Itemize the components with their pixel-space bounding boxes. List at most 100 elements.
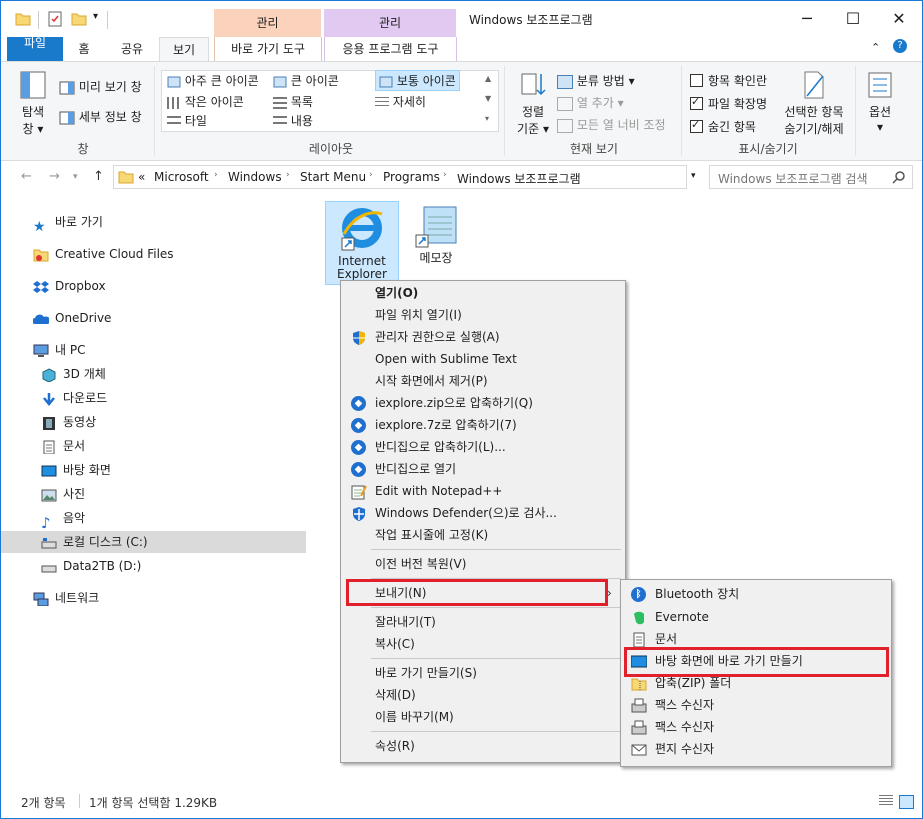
file-item-notepad[interactable]: 메모장 xyxy=(403,203,469,269)
details-pane-button[interactable]: 세부 정보 창 xyxy=(59,108,142,125)
group-by-button[interactable]: 분류 방법 ▾ xyxy=(557,72,635,89)
item-checkboxes-checkbox[interactable] xyxy=(690,74,703,87)
send-to-mail[interactable]: 편지 수신자 xyxy=(621,738,891,760)
menu-item-run-as-admin[interactable]: 관리자 권한으로 실행(A) xyxy=(341,326,625,348)
breadcrumb-programs[interactable]: Programs xyxy=(383,170,440,184)
layout-list[interactable]: 목록 xyxy=(273,93,313,110)
nav-documents[interactable]: 문서 xyxy=(41,435,85,457)
nav-data-disk[interactable]: Data2TB (D:) xyxy=(41,555,141,577)
hide-selected-button[interactable]: 선택한 항목 숨기기/해제 xyxy=(779,70,849,137)
properties-quick-icon[interactable] xyxy=(47,11,63,29)
navigation-pane-button[interactable]: 탐색 창 ▾ xyxy=(15,70,51,137)
send-to-fax-1[interactable]: 팩스 수신자 xyxy=(621,694,891,716)
collapse-ribbon-icon[interactable]: ⌃ xyxy=(871,41,880,54)
tab-app-tools[interactable]: 응용 프로그램 도구 xyxy=(324,37,457,61)
send-to-fax-2[interactable]: 팩스 수신자 xyxy=(621,716,891,738)
breadcrumb-start-menu[interactable]: Start Menu xyxy=(300,170,366,184)
nav-this-pc[interactable]: 내 PC xyxy=(33,339,85,361)
new-folder-quick-icon[interactable] xyxy=(71,11,87,29)
menu-item-rename[interactable]: 이름 바꾸기(M) xyxy=(341,706,625,728)
breadcrumb-accessories[interactable]: Windows 보조프로그램 xyxy=(457,170,581,187)
minimize-button[interactable]: ─ xyxy=(784,1,830,37)
layout-extra-large-icons[interactable]: 아주 큰 아이콘 xyxy=(167,72,259,89)
nav-quick-access[interactable]: ★ 바로 가기 xyxy=(33,211,103,235)
breadcrumb-microsoft[interactable]: Microsoft xyxy=(154,170,209,184)
menu-item-defender-scan[interactable]: Windows Defender(으)로 검사... xyxy=(341,502,625,524)
menu-item-restore-previous[interactable]: 이전 버전 복원(V) xyxy=(341,553,625,575)
tab-shortcut-tools[interactable]: 바로 가기 도구 xyxy=(214,37,322,61)
file-item-internet-explorer[interactable]: Internet Explorer xyxy=(325,201,399,285)
file-extensions-toggle[interactable]: 파일 확장명 xyxy=(690,95,767,112)
nav-local-disk[interactable]: 로컬 디스크 (C:) xyxy=(1,531,306,553)
send-to-bluetooth[interactable]: ᛒ Bluetooth 장치 xyxy=(621,583,891,605)
nav-dropbox[interactable]: Dropbox xyxy=(33,275,106,297)
close-button[interactable]: ✕ xyxy=(876,1,922,37)
back-arrow-icon[interactable]: ← xyxy=(21,169,32,184)
hidden-items-toggle[interactable]: 숨긴 항목 xyxy=(690,118,756,135)
nav-3d-objects[interactable]: 3D 개체 xyxy=(41,363,106,385)
layout-large-icons[interactable]: 큰 아이콘 xyxy=(273,72,339,89)
menu-item-cut[interactable]: 잘라내기(T) xyxy=(341,611,625,633)
add-columns-button[interactable]: 열 추가 ▾ xyxy=(557,94,624,111)
layout-details[interactable]: 자세히 xyxy=(375,93,426,110)
menu-item-delete[interactable]: 삭제(D) xyxy=(341,684,625,706)
menu-item-create-shortcut[interactable]: 바로 가기 만들기(S) xyxy=(341,662,625,684)
nav-onedrive[interactable]: OneDrive xyxy=(33,307,111,329)
menu-item-label: 속성(R) xyxy=(375,739,415,753)
menu-item-notepadpp[interactable]: Edit with Notepad++ xyxy=(341,480,625,502)
large-icons-view-icon[interactable] xyxy=(899,795,914,809)
tab-view[interactable]: 보기 xyxy=(159,37,209,62)
tab-home[interactable]: 홈 xyxy=(69,37,99,61)
menu-item-bandizip-compress[interactable]: ◆ 반디집으로 압축하기(L)... xyxy=(341,436,625,458)
bandizip-icon: ◆ xyxy=(351,462,367,478)
address-dropdown-icon[interactable]: ▾ xyxy=(691,171,696,181)
up-arrow-icon[interactable]: ↑ xyxy=(93,169,104,184)
details-view-icon[interactable] xyxy=(879,795,893,807)
layout-small-icons[interactable]: 작은 아이콘 xyxy=(167,93,244,110)
menu-item-properties[interactable]: 속성(R) xyxy=(341,735,625,757)
send-to-evernote[interactable]: Evernote xyxy=(621,606,891,628)
sort-by-button[interactable]: 정렬 기준 ▾ xyxy=(515,70,551,137)
nav-creative-cloud[interactable]: Creative Cloud Files xyxy=(33,243,174,265)
file-extensions-checkbox[interactable] xyxy=(690,95,703,110)
hidden-items-checkbox[interactable] xyxy=(690,118,703,133)
breadcrumb-windows[interactable]: Windows xyxy=(228,170,282,184)
nav-music[interactable]: ♪ 음악 xyxy=(41,507,85,532)
address-bar[interactable]: « Microsoft › Windows › Start Menu › Pro… xyxy=(113,165,687,189)
recent-locations-icon[interactable]: ▾ xyxy=(73,172,78,182)
help-icon[interactable]: ? xyxy=(893,39,907,53)
options-button[interactable]: 옵션 ▾ xyxy=(865,70,895,134)
nav-pictures[interactable]: 사진 xyxy=(41,483,85,505)
maximize-button[interactable]: ☐ xyxy=(830,1,876,37)
menu-item-open-file-location[interactable]: 파일 위치 열기(I) xyxy=(341,304,625,326)
tab-file[interactable]: 파일 xyxy=(7,37,63,61)
size-columns-button[interactable]: 모든 열 너비 조정 xyxy=(557,116,666,133)
search-box[interactable]: Windows 보조프로그램 검색 xyxy=(709,165,913,189)
menu-item-pin-taskbar[interactable]: 작업 표시줄에 고정(K) xyxy=(341,524,625,546)
breadcrumb-overflow[interactable]: « xyxy=(138,170,145,184)
nav-network[interactable]: 네트워크 xyxy=(33,587,99,609)
quick-access-dropdown-icon[interactable]: ▾ xyxy=(93,11,98,29)
item-checkboxes-toggle[interactable]: 항목 확인란 xyxy=(690,72,767,89)
nav-downloads[interactable]: 다운로드 xyxy=(41,387,107,409)
nav-desktop[interactable]: 바탕 화면 xyxy=(41,459,111,481)
forward-arrow-icon[interactable]: → xyxy=(49,169,60,184)
menu-item-open[interactable]: 열기(O) xyxy=(341,282,625,304)
menu-item-bandizip-open[interactable]: ◆ 반디집으로 열기 xyxy=(341,458,625,480)
status-item-count: 2개 항목 xyxy=(21,796,66,810)
layout-medium-icons[interactable]: 보통 아이콘 xyxy=(375,70,460,91)
layout-tiles[interactable]: 타일 xyxy=(167,112,207,129)
preview-pane-button[interactable]: 미리 보기 창 xyxy=(59,78,142,95)
menu-item-zip-compress[interactable]: ◆ iexplore.zip으로 압축하기(Q) xyxy=(341,392,625,414)
menu-item-7z-compress[interactable]: ◆ iexplore.7z로 압축하기(7) xyxy=(341,414,625,436)
gallery-more-icon[interactable]: ▾ xyxy=(485,114,489,123)
gallery-down-icon[interactable]: ▼ xyxy=(485,94,491,103)
menu-item-unpin-start[interactable]: 시작 화면에서 제거(P) xyxy=(341,370,625,392)
menu-item-open-sublime[interactable]: Open with Sublime Text xyxy=(341,348,625,370)
tab-share[interactable]: 공유 xyxy=(111,37,153,61)
nav-videos[interactable]: 동영상 xyxy=(41,411,96,433)
menu-item-copy[interactable]: 복사(C) xyxy=(341,633,625,655)
gallery-up-icon[interactable]: ▲ xyxy=(485,74,491,83)
layout-content[interactable]: 내용 xyxy=(273,112,313,129)
notepad-icon xyxy=(415,206,457,248)
